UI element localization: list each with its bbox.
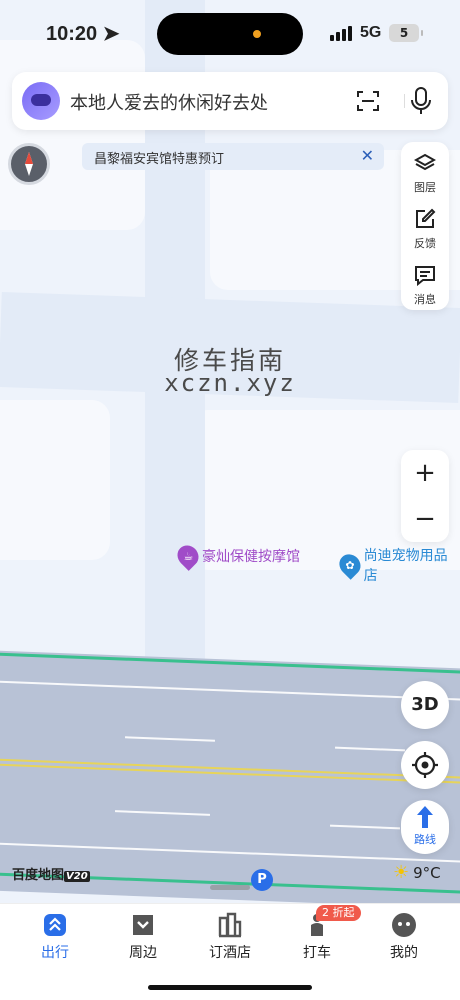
feedback-button[interactable]: 反馈 <box>401 200 449 256</box>
parking-icon[interactable]: P <box>251 869 273 891</box>
drawer-handle[interactable] <box>210 885 250 890</box>
microphone-icon[interactable] <box>408 86 434 116</box>
dynamic-island <box>157 13 303 55</box>
tab-profile[interactable]: 我的 <box>364 912 444 962</box>
poi-pet-store[interactable]: ✿ 尚迪宠物用品店 <box>335 545 460 585</box>
poi-massage[interactable]: ☕ 豪灿保健按摩馆 <box>173 541 300 571</box>
route-button[interactable]: 路线 <box>401 800 449 854</box>
watermark-url: xczn.xyz <box>164 369 296 397</box>
message-icon <box>415 266 435 286</box>
location-arrow-icon: ➤ <box>102 23 120 45</box>
privacy-dot <box>253 30 261 38</box>
banner-text: 昌黎福安宾馆特惠预订 <box>94 152 225 167</box>
status-time: 10:20 ➤ <box>46 23 120 45</box>
zoom-out-button[interactable]: − <box>401 496 449 542</box>
tab-label: 周边 <box>129 945 157 961</box>
crosshair-icon <box>412 752 438 778</box>
route-label: 路线 <box>414 833 436 846</box>
search-input[interactable]: 本地人爱去的休闲好去处 <box>70 89 268 115</box>
layers-label: 图层 <box>414 181 436 194</box>
feedback-icon <box>416 208 436 228</box>
hotel-icon <box>218 912 242 938</box>
layers-button[interactable]: 图层 <box>401 144 449 200</box>
assistant-avatar-icon[interactable] <box>22 82 60 120</box>
tab-label: 出行 <box>41 945 69 961</box>
status-bar: 10:20 ➤ 5G 5 <box>0 0 460 60</box>
home-indicator[interactable] <box>148 985 312 990</box>
weather-widget[interactable]: ☀ 9°C <box>393 862 441 883</box>
compass-icon[interactable] <box>8 143 50 185</box>
tab-label: 我的 <box>390 945 418 961</box>
taxi-discount-badge: 2 折起 <box>316 905 361 921</box>
temperature: 9°C <box>413 863 441 882</box>
tab-hotel[interactable]: 订酒店 <box>190 912 270 962</box>
zoom-controls: + − <box>401 450 449 542</box>
battery-icon: 5 <box>389 24 423 42</box>
map-block <box>0 400 110 560</box>
hotel-promo-banner[interactable]: 昌黎福安宾馆特惠预订 ✕ <box>82 143 384 170</box>
scan-icon[interactable] <box>356 89 380 113</box>
sun-icon: ☀ <box>393 862 410 883</box>
messages-label: 消息 <box>414 293 436 306</box>
poi-label: 豪灿保健按摩馆 <box>202 549 300 565</box>
route-arrow-icon <box>417 806 433 828</box>
zoom-in-button[interactable]: + <box>401 450 449 496</box>
travel-icon <box>44 914 66 936</box>
profile-icon <box>392 913 416 937</box>
3d-toggle-button[interactable]: 3D <box>401 681 449 729</box>
search-divider <box>404 94 405 108</box>
search-bar[interactable]: 本地人爱去的休闲好去处 <box>12 72 448 130</box>
baidu-map-logo: 百度地图 V20 <box>12 868 90 883</box>
locate-me-button[interactable] <box>401 741 449 789</box>
network-type: 5G <box>360 24 382 41</box>
tab-nearby[interactable]: 周边 <box>103 912 183 962</box>
cellular-signal-icon <box>330 26 352 41</box>
layers-icon <box>414 153 436 171</box>
tab-label: 打车 <box>303 945 331 961</box>
close-icon[interactable]: ✕ <box>361 146 374 165</box>
massage-pin-icon: ☕ <box>173 541 203 571</box>
tab-label: 订酒店 <box>209 945 251 961</box>
nearby-icon <box>133 915 153 935</box>
poi-label: 尚迪宠物用品店 <box>363 548 448 584</box>
map-tools-panel: 图层 反馈 消息 <box>401 142 449 310</box>
feedback-label: 反馈 <box>414 237 436 250</box>
map-block <box>0 40 145 230</box>
messages-button[interactable]: 消息 <box>401 256 449 312</box>
pet-pin-icon: ✿ <box>335 550 365 580</box>
tab-travel[interactable]: 出行 <box>15 912 95 962</box>
